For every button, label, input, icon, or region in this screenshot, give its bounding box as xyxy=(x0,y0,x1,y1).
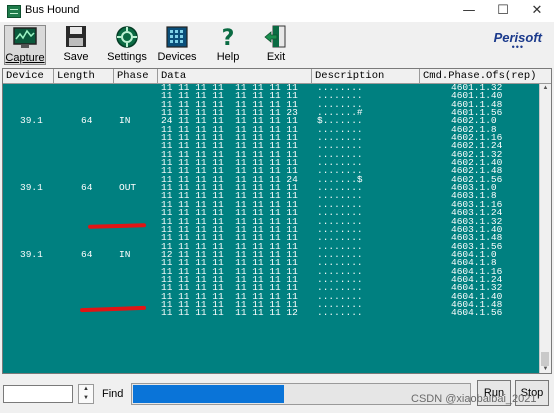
gear-icon xyxy=(114,25,140,49)
cell-device: 39.1 xyxy=(20,248,43,260)
capture-button[interactable]: Capture xyxy=(4,25,46,65)
floppy-disk-icon xyxy=(63,25,89,49)
devices-label: Devices xyxy=(157,51,197,63)
scroll-up-arrow-icon[interactable]: ▲ xyxy=(540,84,551,93)
scrollbar-thumb[interactable] xyxy=(541,352,549,366)
scroll-down-arrow-icon[interactable]: ▼ xyxy=(540,365,551,373)
cell-phase: IN xyxy=(119,115,131,127)
csdn-watermark: CSDN @xiaobaibai_2021 xyxy=(411,393,537,405)
column-header-phase[interactable]: Phase xyxy=(114,69,158,83)
cell-description: ........ xyxy=(317,307,363,319)
cell-device: 39.1 xyxy=(20,182,43,194)
column-header-description[interactable]: Description xyxy=(312,69,420,83)
column-header-data[interactable]: Data xyxy=(158,69,312,83)
cell-phase: OUT xyxy=(119,182,137,194)
find-label: Find xyxy=(102,388,124,400)
close-button[interactable]: ✕ xyxy=(520,0,554,22)
vertical-scrollbar[interactable]: ▲ ▼ xyxy=(539,84,551,373)
minimize-button[interactable]: — xyxy=(452,0,486,22)
save-button[interactable]: Save xyxy=(58,25,94,65)
help-question-icon: ? xyxy=(215,25,241,51)
settings-label: Settings xyxy=(107,51,147,63)
devices-button[interactable]: Devices xyxy=(156,25,198,65)
save-label: Save xyxy=(63,51,89,63)
cell-length: 64 xyxy=(81,115,93,127)
capture-label: Capture xyxy=(5,52,45,64)
capture-monitor-icon xyxy=(12,26,38,50)
help-label: Help xyxy=(216,51,240,63)
column-header-device[interactable]: Device xyxy=(3,69,54,83)
bus-hound-app-icon xyxy=(7,5,21,18)
cell-phase: IN xyxy=(119,248,131,260)
capture-data-grid[interactable]: Device Length Phase Data Description Cmd… xyxy=(2,68,552,374)
svg-text:?: ? xyxy=(222,26,235,49)
cell-length: 64 xyxy=(81,182,93,194)
help-button[interactable]: ? Help xyxy=(210,25,246,65)
find-spinner[interactable]: ▲ ▼ xyxy=(78,384,94,404)
cell-data: 11 11 11 11 11 11 11 12 xyxy=(161,307,298,319)
spin-down-icon[interactable]: ▼ xyxy=(79,394,93,403)
grid-rows: 11 11 11 11 11 11 11 11........ 4601.1.32… xyxy=(3,83,541,319)
window-title: Bus Hound xyxy=(25,4,80,16)
cell-length: 64 xyxy=(81,248,93,260)
exit-label: Exit xyxy=(266,51,286,63)
maximize-button[interactable]: ☐ xyxy=(486,0,520,22)
title-bar: Bus Hound — ☐ ✕ xyxy=(0,0,554,23)
settings-button[interactable]: Settings xyxy=(106,25,148,65)
toolbar: Capture Save Settings Devices ? Help Exi… xyxy=(0,22,554,68)
column-header-cmd-phase-ofs[interactable]: Cmd.Phase.Ofs(rep) xyxy=(420,69,551,83)
cell-cmd-phase-ofs: 4604.1.56 xyxy=(451,307,503,319)
spin-up-icon[interactable]: ▲ xyxy=(79,385,93,394)
find-input[interactable] xyxy=(3,385,73,403)
exit-door-icon xyxy=(263,25,289,49)
cell-device: 39.1 xyxy=(20,115,43,127)
progress-fill xyxy=(133,385,284,403)
column-header-length[interactable]: Length xyxy=(54,69,114,83)
chip-icon xyxy=(164,25,190,49)
exit-button[interactable]: Exit xyxy=(258,25,294,65)
perisoft-logo: Perisoft ••• xyxy=(494,30,542,52)
